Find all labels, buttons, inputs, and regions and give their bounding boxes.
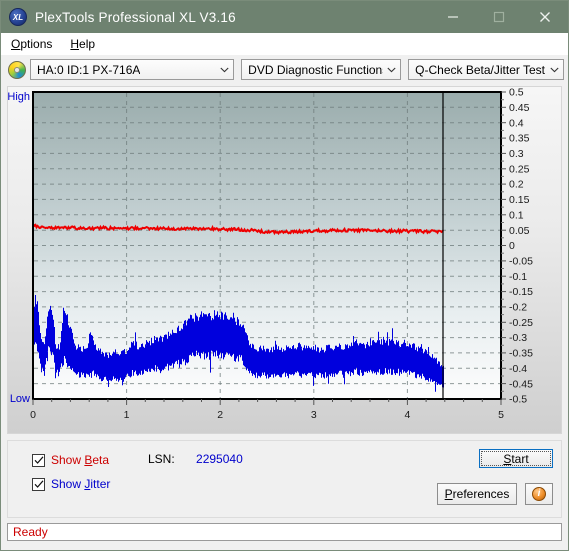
lsn-value: 2295040 bbox=[196, 452, 243, 466]
chart-x-axis: 0 1 2 3 4 5 bbox=[30, 399, 504, 421]
y-tick-label: 0.05 bbox=[509, 225, 530, 237]
y-tick-label: -0.3 bbox=[509, 332, 527, 344]
title-bar: XL PlexTools Professional XL V3.16 bbox=[1, 1, 568, 33]
chart-y-axis: 0.5 0.45 0.4 0.35 0.3 0.25 0.2 0.15 0.1 0.05 0 -0.0… bbox=[501, 87, 533, 406]
chevron-down-icon bbox=[545, 60, 563, 79]
x-tick-label: 3 bbox=[311, 409, 317, 421]
info-icon: i bbox=[532, 487, 546, 501]
y-tick-label: -0.2 bbox=[509, 302, 527, 314]
start-button[interactable]: Start bbox=[479, 449, 553, 468]
y-tick-label: 0 bbox=[509, 240, 515, 252]
function-select[interactable]: DVD Diagnostic Functions bbox=[241, 59, 402, 80]
y-tick-label: 0.3 bbox=[509, 148, 524, 160]
drive-select[interactable]: HA:0 ID:1 PX-716A bbox=[30, 59, 235, 80]
preferences-button-label: Preferences bbox=[444, 487, 510, 501]
chevron-down-icon bbox=[215, 60, 233, 79]
window-buttons bbox=[430, 1, 568, 33]
y-tick-label: 0.45 bbox=[509, 102, 530, 114]
status-text: Ready bbox=[13, 525, 48, 539]
y-tick-label: -0.4 bbox=[509, 363, 527, 375]
window-title: PlexTools Professional XL V3.16 bbox=[35, 9, 236, 25]
close-icon[interactable] bbox=[522, 1, 568, 33]
lsn-field: LSN: 2295040 bbox=[148, 452, 243, 466]
y-tick-label: 0.15 bbox=[509, 194, 530, 206]
y-tick-label: 0.25 bbox=[509, 163, 530, 175]
y-tick-label: -0.25 bbox=[509, 317, 533, 329]
show-beta-checkbox[interactable] bbox=[32, 453, 45, 467]
function-select-value: DVD Diagnostic Functions bbox=[248, 62, 383, 77]
lsn-label: LSN: bbox=[148, 452, 175, 466]
status-bar: Ready bbox=[7, 523, 562, 541]
preferences-button[interactable]: Preferences bbox=[437, 483, 517, 505]
menu-item-help-label: elp bbox=[79, 36, 96, 51]
show-jitter-row[interactable]: Show Jitter bbox=[32, 474, 110, 494]
y-tick-label: 0.2 bbox=[509, 179, 524, 191]
plextools-window: XL PlexTools Professional XL V3.16 Optio… bbox=[0, 0, 569, 551]
x-tick-label: 2 bbox=[217, 409, 223, 421]
y-tick-label: -0.1 bbox=[509, 271, 527, 283]
show-jitter-label: Show Jitter bbox=[51, 477, 111, 491]
disc-icon bbox=[8, 60, 26, 79]
show-beta-label: Show Beta bbox=[51, 453, 110, 467]
x-tick-label: 1 bbox=[124, 409, 130, 421]
y-tick-label: -0.35 bbox=[509, 348, 533, 360]
x-tick-label: 0 bbox=[30, 409, 36, 421]
menu-bar: Options Help bbox=[1, 33, 568, 55]
y-tick-label: 0.4 bbox=[509, 117, 524, 129]
chevron-down-icon bbox=[383, 60, 400, 79]
app-logo-icon: XL bbox=[9, 8, 27, 26]
beta-jitter-chart: 0.5 0.45 0.4 0.35 0.3 0.25 0.2 0.15 0.1 0.05 0 -0.0… bbox=[8, 87, 533, 421]
y-tick-label: -0.15 bbox=[509, 286, 533, 298]
maximize-icon[interactable] bbox=[476, 1, 522, 33]
y-tick-label: -0.5 bbox=[509, 394, 527, 406]
minimize-icon[interactable] bbox=[430, 1, 476, 33]
axis-label-low: Low bbox=[10, 393, 30, 405]
x-tick-label: 5 bbox=[498, 409, 504, 421]
axis-label-high: High bbox=[8, 91, 30, 103]
menu-item-options-label: ptions bbox=[20, 36, 53, 51]
start-button-label: Start bbox=[503, 451, 529, 466]
y-tick-label: -0.45 bbox=[509, 378, 533, 390]
menu-item-options[interactable]: Options bbox=[7, 35, 60, 53]
drive-select-value: HA:0 ID:1 PX-716A bbox=[37, 62, 141, 77]
test-select-value: Q-Check Beta/Jitter Test bbox=[415, 62, 545, 77]
y-tick-label: -0.05 bbox=[509, 256, 533, 268]
x-tick-label: 4 bbox=[404, 409, 410, 421]
show-jitter-checkbox[interactable] bbox=[32, 477, 45, 491]
y-tick-label: 0.35 bbox=[509, 133, 530, 145]
chart-panel: 0.5 0.45 0.4 0.35 0.3 0.25 0.2 0.15 0.1 0.05 0 -0.0… bbox=[7, 86, 562, 434]
controls-panel: Show Beta Show Jitter LSN: 2295040 Start… bbox=[7, 440, 562, 518]
test-select[interactable]: Q-Check Beta/Jitter Test bbox=[408, 59, 564, 80]
info-button[interactable]: i bbox=[525, 483, 553, 505]
y-tick-label: 0.1 bbox=[509, 209, 524, 221]
y-tick-label: 0.5 bbox=[509, 87, 524, 99]
selector-toolbar: HA:0 ID:1 PX-716A DVD Diagnostic Functio… bbox=[1, 55, 568, 84]
show-beta-row[interactable]: Show Beta bbox=[32, 450, 110, 470]
menu-item-help[interactable]: Help bbox=[66, 35, 103, 53]
